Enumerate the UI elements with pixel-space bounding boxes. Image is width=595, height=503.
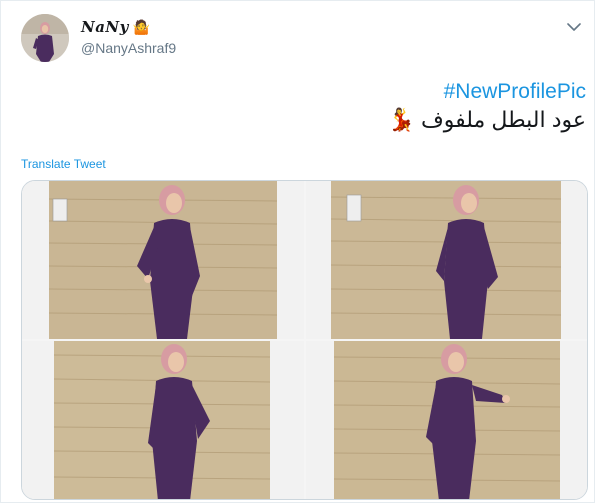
chevron-down-icon[interactable]: [564, 17, 584, 37]
display-name[interactable]: NaNy: [81, 18, 129, 36]
hashtag-link[interactable]: #NewProfilePic: [444, 80, 586, 104]
photo-4[interactable]: [306, 341, 587, 499]
user-handle[interactable]: @NanyAshraf9: [81, 40, 176, 56]
photo-3[interactable]: [22, 341, 304, 499]
tweet-text: عود البطل ملفوف 💃: [388, 107, 586, 133]
photo-2[interactable]: [306, 181, 587, 339]
photo-1[interactable]: [22, 181, 304, 339]
name-emoji: 🤷: [132, 19, 151, 35]
tweet-text-body: عود البطل ملفوف: [420, 107, 586, 132]
tweet-card: NaNy 🤷 @NanyAshraf9 #NewProfilePic عود ا…: [0, 0, 595, 503]
dancer-emoji: 💃: [387, 107, 415, 132]
avatar[interactable]: [21, 14, 69, 62]
user-name-row[interactable]: NaNy 🤷: [81, 18, 150, 36]
media-grid: [21, 180, 588, 500]
translate-tweet-link[interactable]: Translate Tweet: [21, 157, 106, 171]
